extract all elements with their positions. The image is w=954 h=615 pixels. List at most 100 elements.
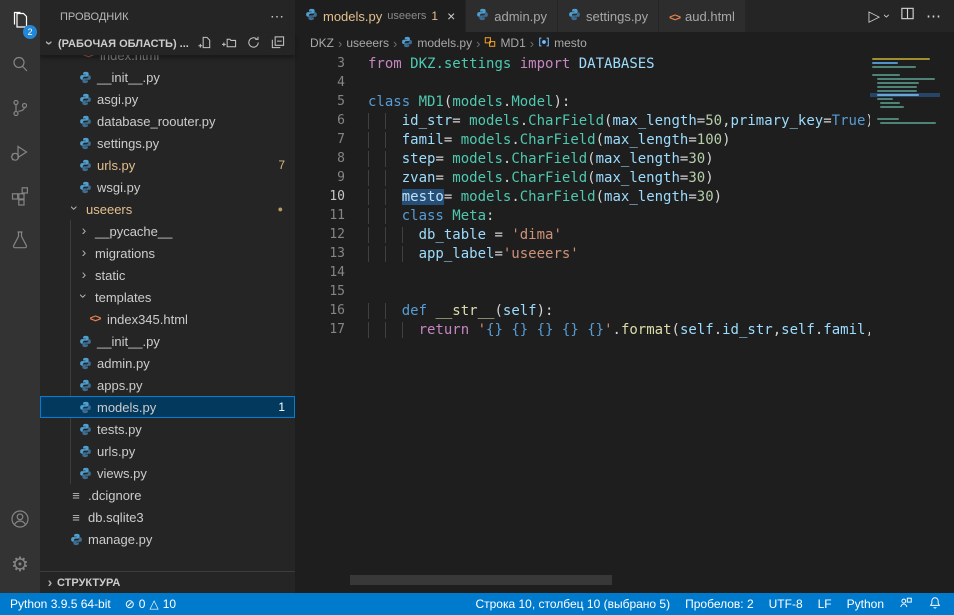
tree-item[interactable]: models.py1 [40,396,295,418]
line-number: 11 [295,208,345,223]
tree-item-label: admin.py [97,356,150,371]
explorer-header: ПРОВОДНИК ⋯ [40,0,295,33]
run-python-file-button[interactable]: ▷ [868,7,880,26]
python-icon [77,377,93,393]
tree-item[interactable]: urls.py7 [40,154,295,176]
chevron-right-icon: › [77,267,91,281]
python-icon [305,8,318,24]
python-icon [77,157,93,173]
indent-guide [368,246,369,262]
tree-item[interactable]: ›__pycache__ [40,220,295,242]
tree-item[interactable]: <>index.html [40,55,295,66]
more-actions-button[interactable]: ⋯ [926,7,942,25]
line-number: 6 [295,113,345,128]
tab-settings.py[interactable]: settings.py [558,0,659,32]
code-line-text: id_str= models.CharField(max_length=50,p… [345,113,870,129]
tree-item-label: wsgi.py [97,180,140,195]
code-line-text: return '{} {} {} {} {}'.format(self.id_s… [345,322,870,338]
refresh-button[interactable] [246,35,261,53]
activity-account-button[interactable] [0,499,40,543]
tree-item[interactable]: ›templates [40,286,295,308]
tree-item[interactable]: ≡db.sqlite3 [40,506,295,528]
activity-search-button[interactable] [0,44,40,88]
code-token: ( [494,303,502,319]
code-token: models [452,170,503,186]
tab-label: aud.html [685,9,735,24]
activity-testing-button[interactable] [0,220,40,264]
collapse-all-button[interactable] [270,35,285,53]
chevron-down-icon: › [43,36,57,50]
tree-item[interactable]: database_roouter.py [40,110,295,132]
tree-item[interactable]: asgi.py [40,88,295,110]
indent-guide [385,303,386,319]
code-token: app_label [419,246,495,262]
html-icon: <> [80,55,96,63]
tree-item[interactable]: <>index345.html [40,308,295,330]
activity-settings-gear-button[interactable]: ⚙ [0,543,40,587]
breadcrumb-item-useeers[interactable]: useeers [346,36,389,50]
status-eol[interactable]: LF [818,597,832,611]
minimap[interactable] [870,54,940,174]
tree-item[interactable]: urls.py [40,440,295,462]
horizontal-scrollbar[interactable] [350,575,612,585]
tree-item[interactable]: ›migrations [40,242,295,264]
chevron-down-icon[interactable]: › [880,14,894,18]
status-problems[interactable]: ⊘0△10 [125,597,176,611]
tree-item[interactable]: apps.py [40,374,295,396]
status-cursor-position[interactable]: Строка 10, столбец 10 (выбрано 5) [475,597,670,611]
tree-item[interactable]: ≡.dcignore [40,484,295,506]
chevron-down-icon: › [68,201,82,215]
tree-item[interactable]: manage.py [40,528,295,549]
breadcrumb-label: DKZ [310,36,334,50]
status-indentation[interactable]: Пробелов: 2 [685,597,754,611]
code-token: DATABASES [579,56,655,72]
activity-source-control-button[interactable] [0,88,40,132]
code-token [368,227,419,243]
tree-item[interactable]: __init__.py [40,66,295,88]
tree-item[interactable]: wsgi.py [40,176,295,198]
tree-item[interactable]: views.py [40,462,295,484]
activity-explorer-button[interactable]: 2 [0,0,40,44]
close-icon[interactable]: × [447,8,455,24]
tab-label: admin.py [494,9,547,24]
tab-admin.py[interactable]: admin.py [466,0,558,32]
extensions-icon [9,185,31,212]
code-line: 8 step= models.CharField(max_length=30) [295,149,870,168]
tab-models.py[interactable]: models.pyuseeers1× [295,0,466,32]
feedback-button[interactable] [899,596,913,613]
tree-item[interactable]: admin.py [40,352,295,374]
notifications-bell-button[interactable] [928,596,942,613]
explorer-more-button[interactable]: ⋯ [270,8,285,25]
tree-item-label: useeers [86,202,132,217]
breadcrumb-item-MD1[interactable]: MD1 [484,36,525,51]
feedback-icon [899,596,913,613]
code-token: {} [537,322,554,338]
breadcrumb-item-models.py[interactable]: models.py [401,36,472,51]
code-line: 12 db_table = 'dima' [295,225,870,244]
tree-item-label: urls.py [97,444,135,459]
code-token: , [865,322,870,338]
split-editor-button[interactable] [900,6,915,26]
file-tree: <>index.html__init__.pyasgi.pydatabase_r… [40,55,295,549]
breadcrumb-item-DKZ[interactable]: DKZ [310,36,334,50]
tree-item[interactable]: __init__.py [40,330,295,352]
status-encoding[interactable]: UTF-8 [769,597,803,611]
tree-item[interactable]: settings.py [40,132,295,154]
new-file-button[interactable] [198,35,213,53]
python-icon [77,69,93,85]
workspace-section-header[interactable]: › (РАБОЧАЯ ОБЛАСТЬ) ... [40,33,295,55]
code-editor[interactable]: 3from DKZ.settings import DATABASES45cla… [295,54,870,593]
tree-item[interactable]: tests.py [40,418,295,440]
activity-extensions-button[interactable] [0,176,40,220]
tree-item[interactable]: ›useeers● [40,198,295,220]
activity-run-debug-button[interactable] [0,132,40,176]
status-language-mode[interactable]: Python [847,597,884,611]
tree-item[interactable]: ›static [40,264,295,286]
status-python-version[interactable]: Python 3.9.5 64-bit [10,597,111,611]
python-icon [77,333,93,349]
code-token: True [832,113,866,129]
breadcrumb-item-mesto[interactable]: mesto [538,36,587,51]
new-folder-button[interactable] [222,35,237,53]
tab-aud.html[interactable]: <>aud.html [659,0,746,32]
outline-section-header[interactable]: › СТРУКТУРА [40,571,295,593]
